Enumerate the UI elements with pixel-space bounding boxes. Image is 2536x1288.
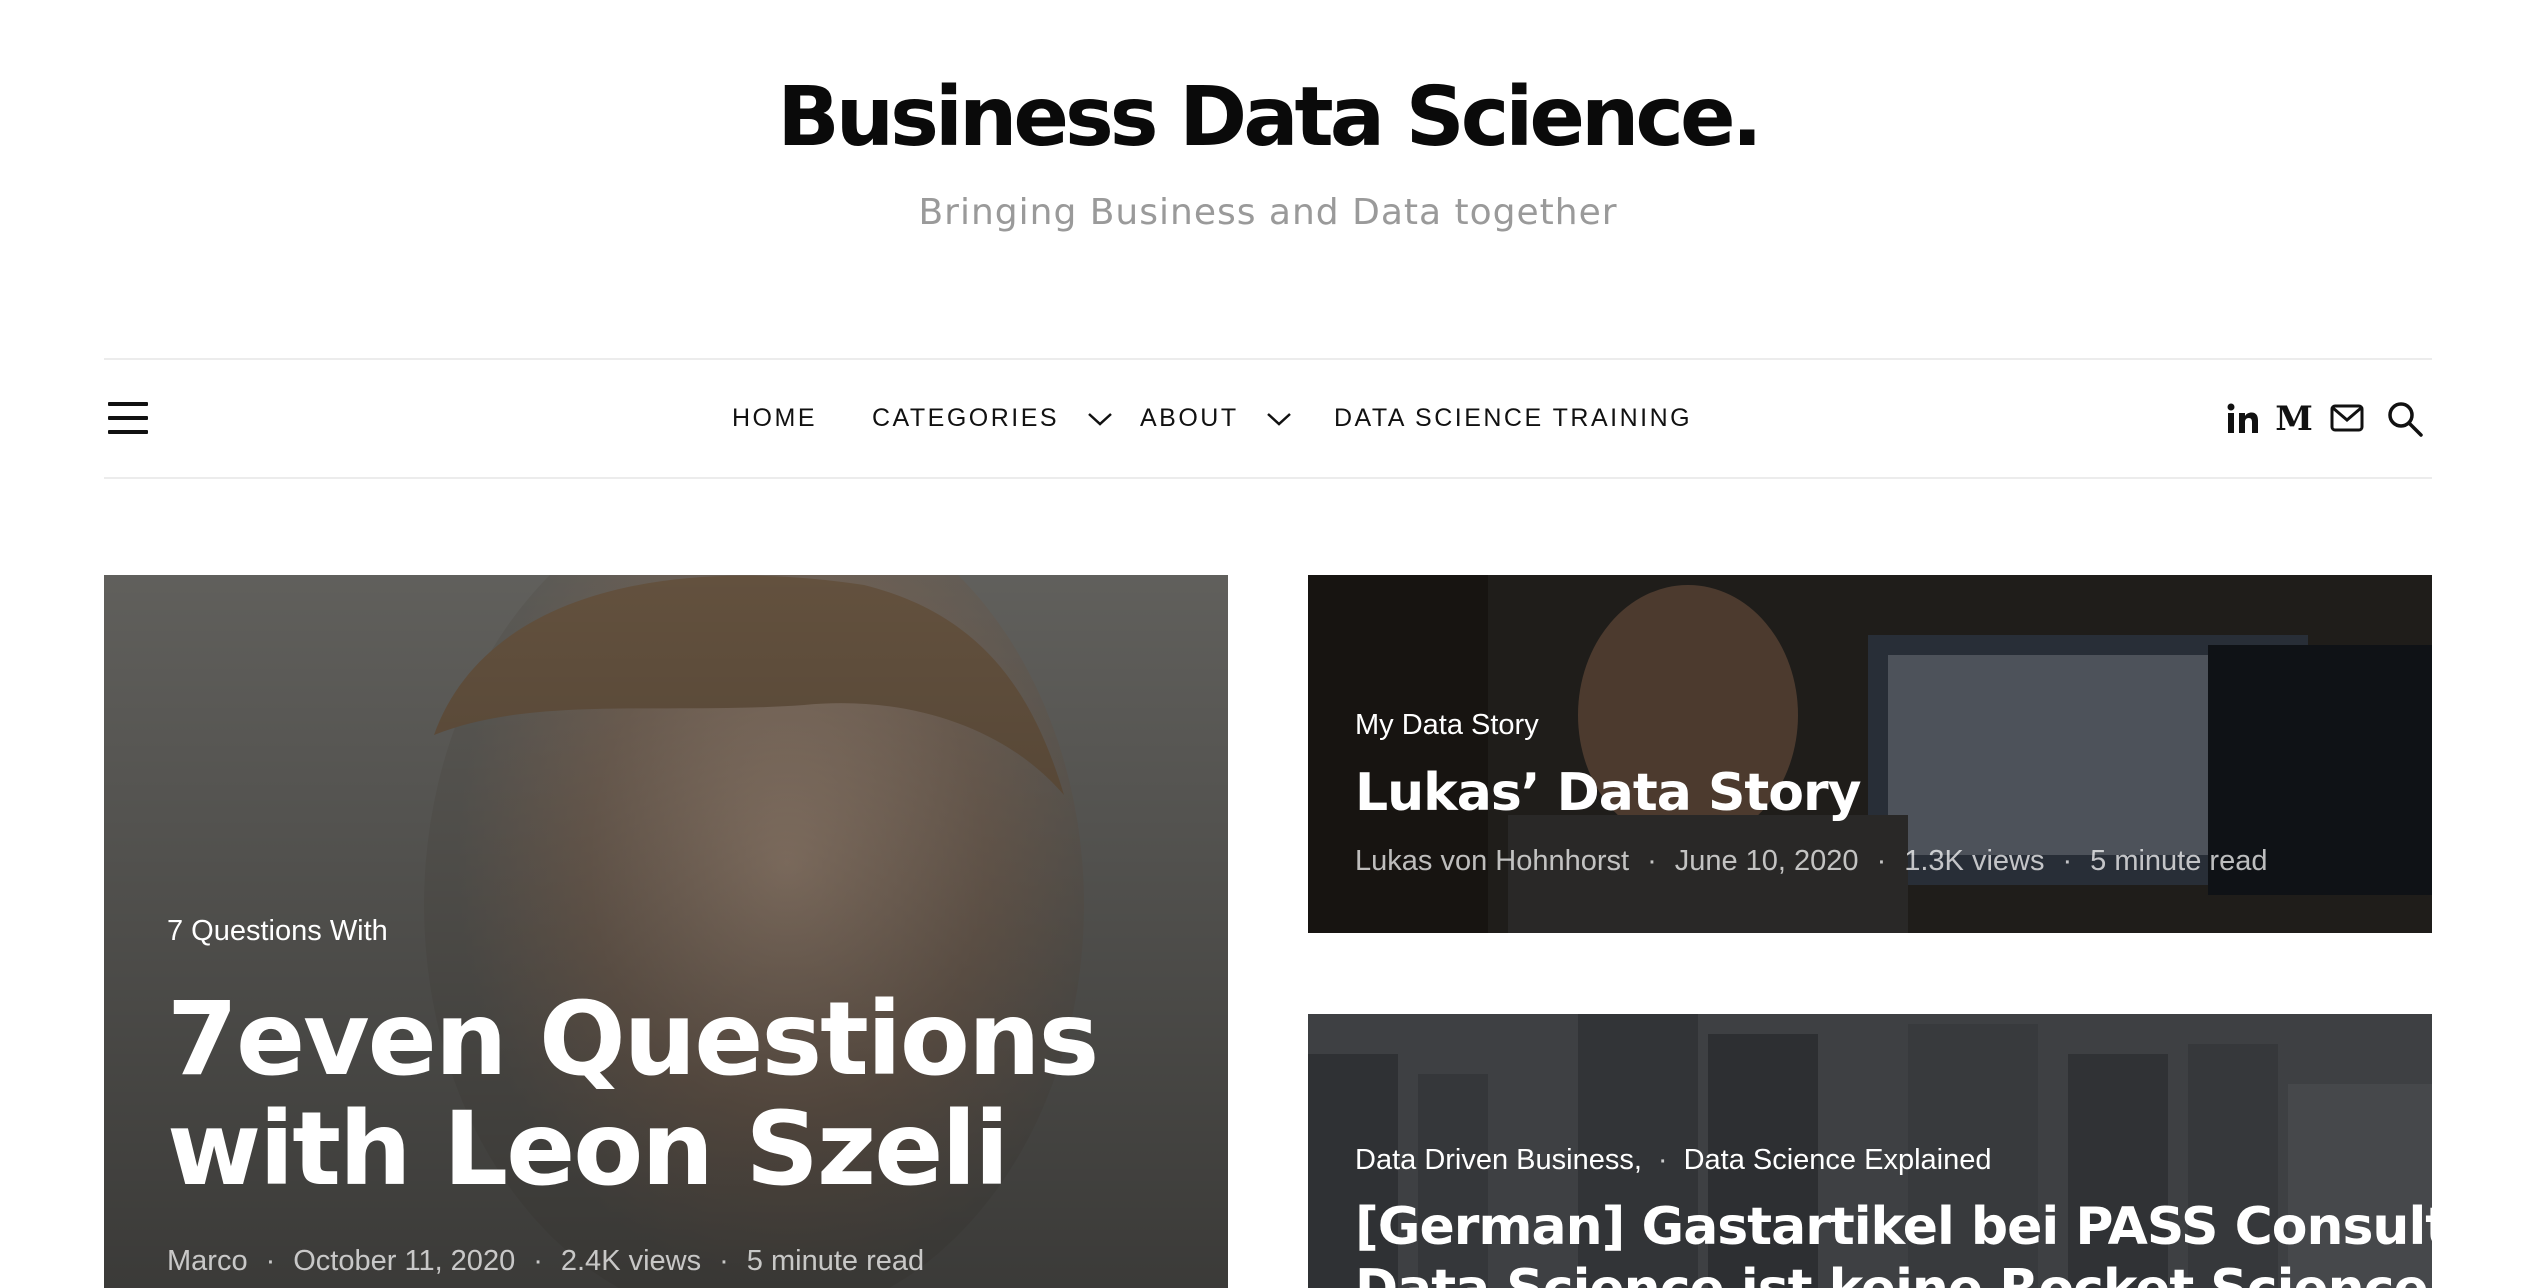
chevron-down-icon: [1087, 405, 1113, 434]
post-read-time: 5 minute read: [746, 1245, 925, 1277]
post-date: October 11, 2020: [293, 1245, 516, 1277]
nav-item-categories[interactable]: CATEGORIES: [872, 404, 1113, 434]
post-card[interactable]: My Data Story Lukas’ Data Story Lukas vo…: [1308, 575, 2432, 933]
post-photo: [1308, 575, 2432, 933]
medium-icon[interactable]: M: [2275, 398, 2313, 441]
post-category[interactable]: Data Science Explained: [1684, 1144, 1992, 1176]
post-category[interactable]: My Data Story: [1355, 709, 1539, 742]
nav-links: HOME CATEGORIES ABOUT DATA SCIENCE TRAIN…: [104, 360, 2432, 481]
post-read-time: 5 minute read: [2090, 845, 2268, 877]
post-title-line: with Leon Szeli: [167, 1090, 1009, 1209]
post-title-line: Data Science ist keine Rocket Science – …: [1355, 1258, 2432, 1288]
nav-item-about[interactable]: ABOUT: [1140, 404, 1292, 434]
post-author[interactable]: Lukas von Hohnhorst: [1355, 845, 1629, 877]
nav-item-label: DATA SCIENCE TRAINING: [1334, 404, 1693, 432]
site-tagline: Bringing Business and Data together: [918, 192, 1618, 233]
nav-item-label: CATEGORIES: [872, 404, 1060, 432]
nav-item-label: HOME: [732, 404, 817, 432]
post-title-line: 7even Questions: [167, 980, 1099, 1099]
post-category[interactable]: Data Driven Business,: [1355, 1144, 1642, 1176]
nav-item-label: ABOUT: [1140, 404, 1239, 432]
main-navigation: HOME CATEGORIES ABOUT DATA SCIENCE TRAIN…: [104, 358, 2432, 479]
post-author[interactable]: Marco: [167, 1245, 248, 1277]
nav-item-home[interactable]: HOME: [732, 404, 817, 433]
post-title[interactable]: [German] Gastartikel bei PASS Consulting…: [1355, 1196, 2432, 1288]
post-card[interactable]: Data Driven Business, · Data Science Expla…: [1308, 1014, 2432, 1288]
nav-item-data-science-training[interactable]: DATA SCIENCE TRAINING: [1334, 404, 1692, 433]
post-title[interactable]: 7even Questions with Leon Szeli: [167, 980, 1099, 1209]
post-views: 1.3K views: [1904, 845, 2045, 877]
post-title[interactable]: Lukas’ Data Story: [1355, 763, 1862, 823]
linkedin-icon[interactable]: [2226, 402, 2260, 441]
mail-icon[interactable]: [2330, 404, 2364, 437]
search-icon[interactable]: [2386, 400, 2424, 443]
post-meta: Marco · October 11, 2020 · 2.4K views · 5 minu…: [167, 1245, 925, 1277]
post-category[interactable]: 7 Questions With: [167, 915, 388, 948]
post-meta: Lukas von Hohnhorst · June 10, 2020 · 1.3K v…: [1355, 845, 2268, 877]
featured-post-card[interactable]: 7 Questions With 7even Questions with Le…: [104, 575, 1228, 1288]
post-title-line: [German] Gastartikel bei PASS Consulting…: [1355, 1197, 2432, 1257]
post-date: June 10, 2020: [1674, 845, 1859, 877]
post-categories: Data Driven Business, · Data Science Expla…: [1355, 1144, 1992, 1176]
svg-text:M: M: [2276, 399, 2312, 436]
site-title[interactable]: Business Data Science.: [0, 70, 2536, 165]
post-views: 2.4K views: [560, 1245, 702, 1277]
chevron-down-icon: [1266, 405, 1292, 434]
